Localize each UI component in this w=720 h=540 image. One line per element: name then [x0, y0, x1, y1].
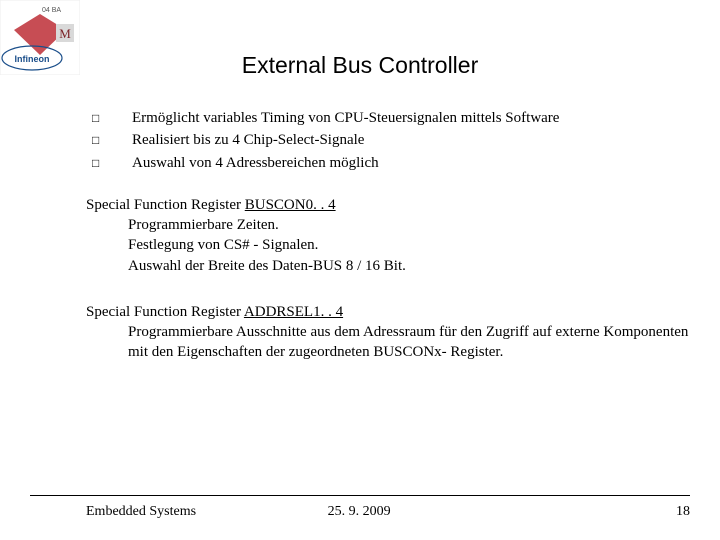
section-head-prefix: Special Function Register — [86, 304, 244, 320]
slide-footer: Embedded Systems 25. 9. 2009 18 — [30, 504, 690, 520]
bullet-list: □ Ermöglicht variables Timing von CPU-St… — [86, 108, 690, 173]
bullet-text: Auswahl von 4 Adressbereichen möglich — [132, 153, 690, 173]
bullet-item: □ Auswahl von 4 Adressbereichen möglich — [86, 153, 690, 173]
footer-divider — [30, 495, 690, 496]
section-line: Programmierbare Ausschnitte aus dem Adre… — [128, 322, 690, 363]
bullet-item: □ Ermöglicht variables Timing von CPU-St… — [86, 108, 690, 128]
section-line: Festlegung von CS# - Signalen. — [128, 235, 690, 255]
bullet-item: □ Realisiert bis zu 4 Chip-Select-Signal… — [86, 130, 690, 150]
section-head-prefix: Special Function Register — [86, 197, 245, 213]
bullet-text: Realisiert bis zu 4 Chip-Select-Signale — [132, 130, 690, 150]
bullet-marker: □ — [86, 153, 132, 173]
section-line: Auswahl der Breite des Daten-BUS 8 / 16 … — [128, 256, 690, 276]
section-body: Programmierbare Ausschnitte aus dem Adre… — [86, 322, 690, 363]
logo-m-label: M — [59, 26, 71, 41]
footer-center: 25. 9. 2009 — [328, 504, 509, 520]
section-body: Programmierbare Zeiten. Festlegung von C… — [86, 215, 690, 276]
bullet-marker: □ — [86, 108, 132, 128]
footer-right: 18 — [509, 504, 690, 520]
section-line: Programmierbare Zeiten. — [128, 215, 690, 235]
slide-body: □ Ermöglicht variables Timing von CPU-St… — [86, 108, 690, 389]
section-heading: Special Function Register ADDRSEL1. . 4 — [86, 302, 690, 322]
section-heading: Special Function Register BUSCON0. . 4 — [86, 195, 690, 215]
section-addrsel: Special Function Register ADDRSEL1. . 4 … — [86, 302, 690, 363]
bullet-text: Ermöglicht variables Timing von CPU-Steu… — [132, 108, 690, 128]
section-head-underlined: BUSCON0. . 4 — [245, 197, 336, 213]
slide-title: External Bus Controller — [0, 52, 720, 79]
logo-top-label: 04 BA — [42, 7, 61, 14]
section-buscon: Special Function Register BUSCON0. . 4 P… — [86, 195, 690, 276]
footer-left: Embedded Systems — [30, 504, 328, 520]
section-head-underlined: ADDRSEL1. . 4 — [244, 304, 343, 320]
bullet-marker: □ — [86, 130, 132, 150]
